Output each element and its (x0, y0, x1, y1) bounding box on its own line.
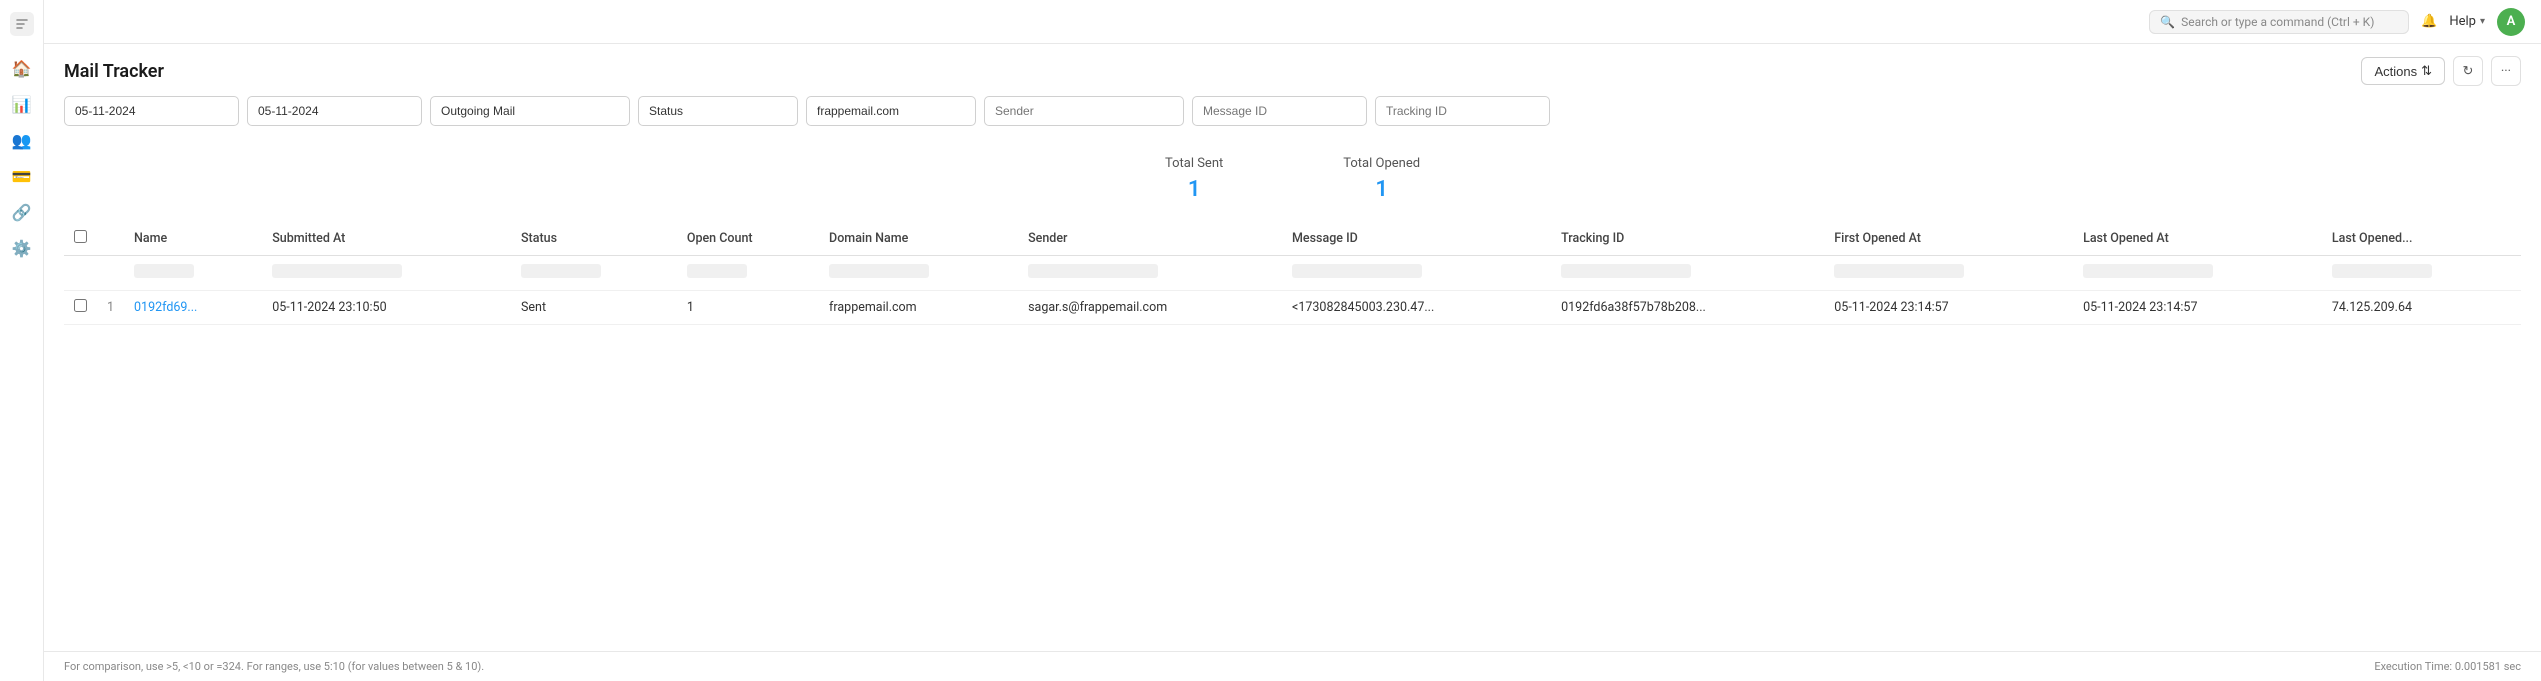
filter-skeleton-extra (2332, 264, 2432, 278)
th-row-num (97, 222, 124, 256)
cell-tracking-id: 0192fd6a38f57b78b208... (1551, 291, 1824, 325)
sender-input[interactable] (984, 96, 1184, 126)
topbar-actions: 🔔 Help ▾ A (2421, 8, 2525, 36)
mail-tracker-table: Name Submitted At Status Open Count Doma… (64, 222, 2521, 325)
filter-skeleton-last (2083, 264, 2213, 278)
actions-button[interactable]: Actions ⇅ (2361, 57, 2445, 85)
filter-skeleton-trackid (1561, 264, 1691, 278)
help-label: Help (2449, 14, 2476, 29)
th-last-opened-at[interactable]: Last Opened At (2073, 222, 2322, 256)
sidebar-billing-icon[interactable]: 💳 (6, 160, 38, 192)
cell-last-opened-extra: 74.125.209.64 (2322, 291, 2521, 325)
cell-open-count: 1 (677, 291, 819, 325)
domain-input[interactable] (806, 96, 976, 126)
th-domain-name[interactable]: Domain Name (819, 222, 1018, 256)
table-filter-row (64, 256, 2521, 291)
page-footer: For comparison, use >5, <10 or =324. For… (44, 651, 2541, 681)
date-to-input[interactable] (247, 96, 422, 126)
total-opened-value: 1 (1343, 177, 1420, 202)
filter-skeleton-name (134, 264, 194, 278)
filter-skeleton-count (687, 264, 747, 278)
cell-name[interactable]: 0192fd69... (124, 291, 262, 325)
topbar: 🔍 Search or type a command (Ctrl + K) 🔔 … (44, 0, 2541, 44)
filter-skeleton-domain (829, 264, 929, 278)
cell-last-opened-at: 05-11-2024 23:14:57 (2073, 291, 2322, 325)
cell-sender: sagar.s@frappemail.com (1018, 291, 1282, 325)
page-header-actions: Actions ⇅ ↻ ··· (2361, 56, 2521, 86)
help-chevron-icon: ▾ (2480, 16, 2485, 27)
filter-skeleton-first (1834, 264, 1964, 278)
sidebar-home-icon[interactable]: 🏠 (6, 52, 38, 84)
cell-message-id: <173082845003.230.47... (1282, 291, 1551, 325)
main-content: 🔍 Search or type a command (Ctrl + K) 🔔 … (44, 0, 2541, 681)
execution-time: Execution Time: 0.001581 sec (2374, 660, 2521, 673)
row-checkbox-cell (64, 291, 97, 325)
row-number: 1 (97, 291, 124, 325)
checkbox-col-header (64, 222, 97, 256)
actions-expand-icon: ⇅ (2421, 63, 2432, 79)
cell-status: Sent (511, 291, 677, 325)
avatar[interactable]: A (2497, 8, 2525, 36)
th-tracking-id[interactable]: Tracking ID (1551, 222, 1824, 256)
footer-hint: For comparison, use >5, <10 or =324. For… (64, 660, 484, 673)
sidebar-users-icon[interactable]: 👥 (6, 124, 38, 156)
total-opened-stat: Total Opened 1 (1343, 156, 1420, 202)
message-id-input[interactable] (1192, 96, 1367, 126)
date-from-input[interactable] (64, 96, 239, 126)
cell-first-opened-at: 05-11-2024 23:14:57 (1824, 291, 2073, 325)
status-input[interactable] (638, 96, 798, 126)
actions-label: Actions (2374, 64, 2417, 79)
help-button[interactable]: Help ▾ (2449, 14, 2485, 29)
page-title: Mail Tracker (64, 61, 164, 82)
sidebar-settings-icon[interactable]: ⚙️ (6, 232, 38, 264)
filter-row-2 (1192, 96, 1550, 126)
select-all-checkbox[interactable] (74, 230, 87, 243)
page-header: Mail Tracker Actions ⇅ ↻ ··· (44, 44, 2541, 86)
th-last-opened-extra[interactable]: Last Opened... (2322, 222, 2521, 256)
filter-skeleton-msgid (1292, 264, 1422, 278)
filter-skeleton-submitted (272, 264, 402, 278)
sidebar-analytics-icon[interactable]: 📊 (6, 88, 38, 120)
notifications-icon[interactable]: 🔔 (2421, 14, 2437, 29)
th-name[interactable]: Name (124, 222, 262, 256)
th-first-opened-at[interactable]: First Opened At (1824, 222, 2073, 256)
th-submitted-at[interactable]: Submitted At (262, 222, 511, 256)
filter-skeleton-status (521, 264, 601, 278)
more-options-button[interactable]: ··· (2491, 56, 2521, 86)
filters (44, 86, 2541, 136)
th-status[interactable]: Status (511, 222, 677, 256)
search-placeholder: Search or type a command (Ctrl + K) (2181, 15, 2374, 29)
search-box[interactable]: 🔍 Search or type a command (Ctrl + K) (2149, 10, 2409, 34)
filter-skeleton-sender (1028, 264, 1158, 278)
avatar-label: A (2507, 14, 2516, 29)
refresh-button[interactable]: ↻ (2453, 56, 2483, 86)
stats-section: Total Sent 1 Total Opened 1 (44, 136, 2541, 222)
table-header-row: Name Submitted At Status Open Count Doma… (64, 222, 2521, 256)
th-message-id[interactable]: Message ID (1282, 222, 1551, 256)
table-row[interactable]: 1 0192fd69... 05-11-2024 23:10:50 Sent 1… (64, 291, 2521, 325)
mail-type-input[interactable] (430, 96, 630, 126)
total-sent-value: 1 (1165, 177, 1223, 202)
tracking-id-input[interactable] (1375, 96, 1550, 126)
page: Mail Tracker Actions ⇅ ↻ ··· (44, 44, 2541, 681)
table-container: Name Submitted At Status Open Count Doma… (44, 222, 2541, 651)
th-sender[interactable]: Sender (1018, 222, 1282, 256)
total-opened-label: Total Opened (1343, 156, 1420, 171)
search-icon: 🔍 (2160, 15, 2175, 29)
filter-row-1 (64, 96, 1184, 126)
th-open-count[interactable]: Open Count (677, 222, 819, 256)
sidebar: 🏠 📊 👥 💳 🔗 ⚙️ (0, 0, 44, 681)
app-logo (6, 8, 38, 40)
total-sent-label: Total Sent (1165, 156, 1223, 171)
sidebar-integrations-icon[interactable]: 🔗 (6, 196, 38, 228)
row-checkbox[interactable] (74, 299, 87, 312)
total-sent-stat: Total Sent 1 (1165, 156, 1223, 202)
cell-submitted-at: 05-11-2024 23:10:50 (262, 291, 511, 325)
cell-domain-name: frappemail.com (819, 291, 1018, 325)
